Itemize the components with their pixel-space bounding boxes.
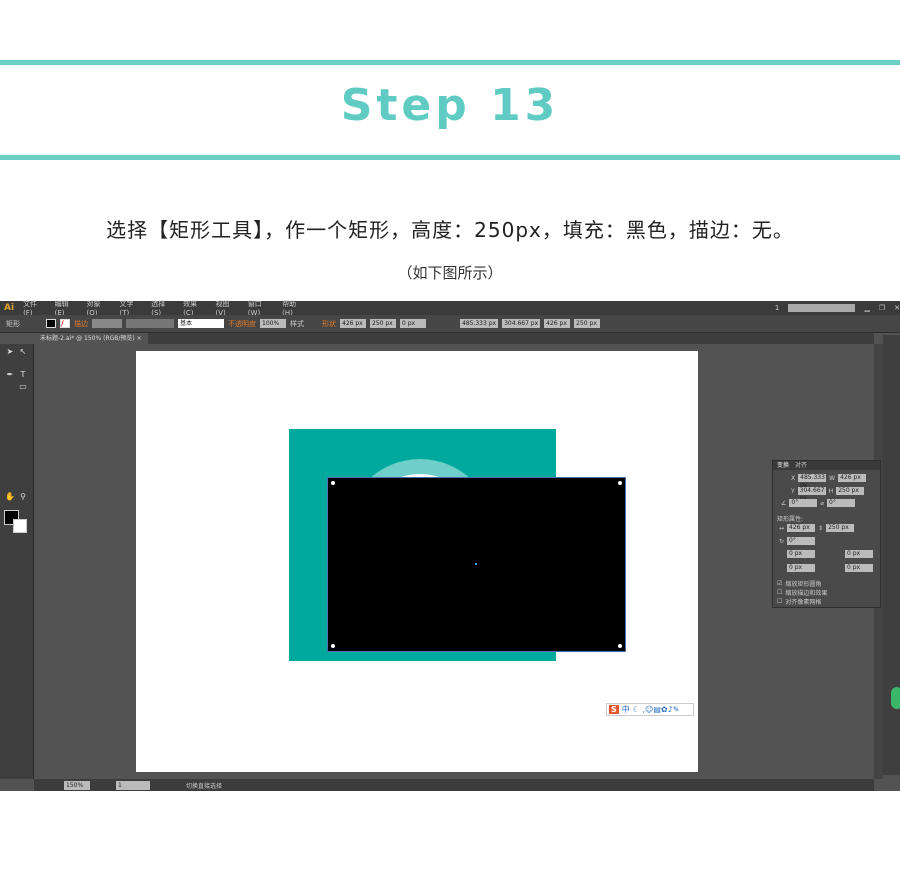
step-title: Step 13 — [340, 80, 560, 131]
stroke-swatch[interactable]: / — [60, 319, 70, 328]
direct-selection-tool-icon[interactable]: ↖ — [18, 348, 28, 356]
ime-toolbar[interactable]: S 中 ☾ ,☺▤✿♪✎ — [606, 703, 694, 716]
corner-widget[interactable] — [618, 481, 622, 485]
corner-radius-field[interactable]: 0 px — [787, 550, 815, 558]
checkbox-scale-corners[interactable]: ☑ — [777, 580, 782, 587]
checkbox-label: 对齐像素网格 — [785, 599, 822, 606]
rect-height-field[interactable]: 250 px — [826, 524, 855, 532]
width-field[interactable]: 426 px — [340, 319, 366, 328]
step-description: 选择【矩形工具】，作一个矩形，高度：250px，填充：黑色，描边：无。 — [106, 218, 794, 242]
shear-field[interactable]: 0° — [827, 499, 856, 507]
rectangle-tool-icon[interactable]: ▭ — [18, 383, 28, 391]
opacity-label[interactable]: 不透明度 — [228, 319, 256, 329]
artboard[interactable]: S 中 ☾ ,☺▤✿♪✎ — [136, 351, 698, 772]
artboard-select[interactable]: 1 — [116, 780, 150, 790]
checkbox-label: 缩放矩形圆角 — [785, 581, 822, 588]
brush-style[interactable]: 基本 — [178, 319, 224, 328]
x-field[interactable]: 485.333 px — [460, 319, 499, 328]
rect-props-label: 矩形属性: — [777, 516, 804, 523]
restore-button[interactable]: ❐ — [879, 304, 885, 312]
corner-radius-field[interactable]: 0 px — [845, 550, 873, 558]
object-type: 矩形 — [6, 319, 20, 328]
corner-radius-field[interactable]: 0 px — [845, 564, 873, 572]
workspace-switcher[interactable]: 1 — [775, 304, 779, 312]
selected-black-rectangle[interactable] — [327, 477, 626, 652]
close-tab-icon[interactable]: × — [137, 335, 142, 342]
floating-widget[interactable] — [891, 687, 900, 709]
radius-field[interactable]: 0 px — [400, 319, 426, 328]
menu-bar: Ai 文件(F) 编辑(E) 对象(O) 文字(T) 选择(S) 效果(C) 视… — [0, 300, 900, 317]
checkbox-scale-strokes[interactable]: ☐ — [777, 589, 782, 596]
bottom-divider — [0, 155, 900, 160]
type-tool-icon[interactable]: T — [18, 371, 28, 379]
selection-tool-icon[interactable]: ➤ — [5, 348, 15, 356]
shape-label[interactable]: 形状 — [322, 319, 336, 329]
ime-icons[interactable]: ☾ ,☺▤✿♪✎ — [633, 705, 680, 714]
top-divider — [0, 60, 900, 65]
step-note: （如下图所示） — [397, 264, 503, 282]
hand-tool-icon[interactable]: ✋ — [5, 493, 15, 501]
close-button[interactable]: ✕ — [894, 304, 900, 312]
style-label: 样式 — [290, 319, 304, 328]
corner-radius-field[interactable]: 0 px — [787, 564, 815, 572]
stroke-label[interactable]: 描边 — [74, 319, 88, 329]
status-bar: 150% 1 切换直接选择 — [34, 779, 874, 791]
fill-swatch[interactable] — [46, 319, 56, 328]
stroke-color-icon[interactable] — [13, 519, 27, 533]
rotate-field[interactable]: 0° — [789, 499, 818, 507]
y-field[interactable]: 304.667 px — [502, 319, 541, 328]
y-field[interactable]: 304.667 px — [797, 487, 826, 502]
h-field[interactable]: 250 px — [574, 319, 601, 328]
pen-tool-icon[interactable]: ✒ — [5, 371, 15, 379]
checkbox-pixel-grid[interactable]: ☐ — [777, 598, 782, 605]
rect-width-field[interactable]: 426 px — [787, 524, 816, 532]
transform-panel: 变换对齐 X485.333 pxW426 px Y304.667 pxH250 … — [772, 460, 881, 608]
height-field[interactable]: 250 px — [370, 319, 396, 328]
minimize-button[interactable]: ▁ — [864, 304, 869, 312]
status-tool-name: 切换直接选择 — [186, 782, 223, 790]
stroke-weight[interactable] — [92, 319, 122, 328]
control-bar: 矩形 / 描边 基本 不透明度 100% 样式 形状 426 px 250 px… — [0, 315, 900, 333]
variable-width[interactable] — [126, 319, 174, 328]
illustrator-window: Ai 文件(F) 编辑(E) 对象(O) 文字(T) 选择(S) 效果(C) 视… — [0, 300, 900, 791]
zoom-tool-icon[interactable]: ⚲ — [18, 493, 28, 501]
h-field[interactable]: 250 px — [836, 487, 865, 495]
tab-transform[interactable]: 变换 — [777, 461, 789, 470]
document-tab[interactable]: 未标题-2.ai* @ 150% (RGB/预览) × — [34, 333, 148, 344]
w-field[interactable]: 426 px — [838, 474, 867, 482]
w-field[interactable]: 426 px — [544, 319, 571, 328]
tab-align[interactable]: 对齐 — [795, 461, 807, 470]
zoom-select[interactable]: 150% — [64, 780, 90, 790]
corner-widget[interactable] — [331, 644, 335, 648]
ime-logo: S — [609, 705, 619, 714]
corner-widget[interactable] — [331, 481, 335, 485]
rect-rotate-field[interactable]: 0° — [787, 537, 816, 545]
document-tabs: 未标题-2.ai* @ 150% (RGB/预览) × — [34, 333, 874, 344]
tools-panel: ➤ ↖ ✒ T ▭ ✋ ⚲ — [0, 344, 34, 779]
opacity-field[interactable]: 100% — [260, 319, 286, 328]
panel-dock — [883, 335, 900, 775]
document-tab-title: 未标题-2.ai* @ 150% (RGB/预览) — [40, 335, 135, 342]
x-field[interactable]: 485.333 px — [798, 474, 827, 489]
search-input[interactable] — [788, 304, 856, 312]
corner-widget[interactable] — [618, 644, 622, 648]
checkbox-label: 缩放描边和效果 — [785, 590, 828, 597]
center-point — [475, 563, 477, 565]
ime-mode[interactable]: 中 — [622, 704, 630, 715]
app-logo: Ai — [4, 303, 15, 313]
